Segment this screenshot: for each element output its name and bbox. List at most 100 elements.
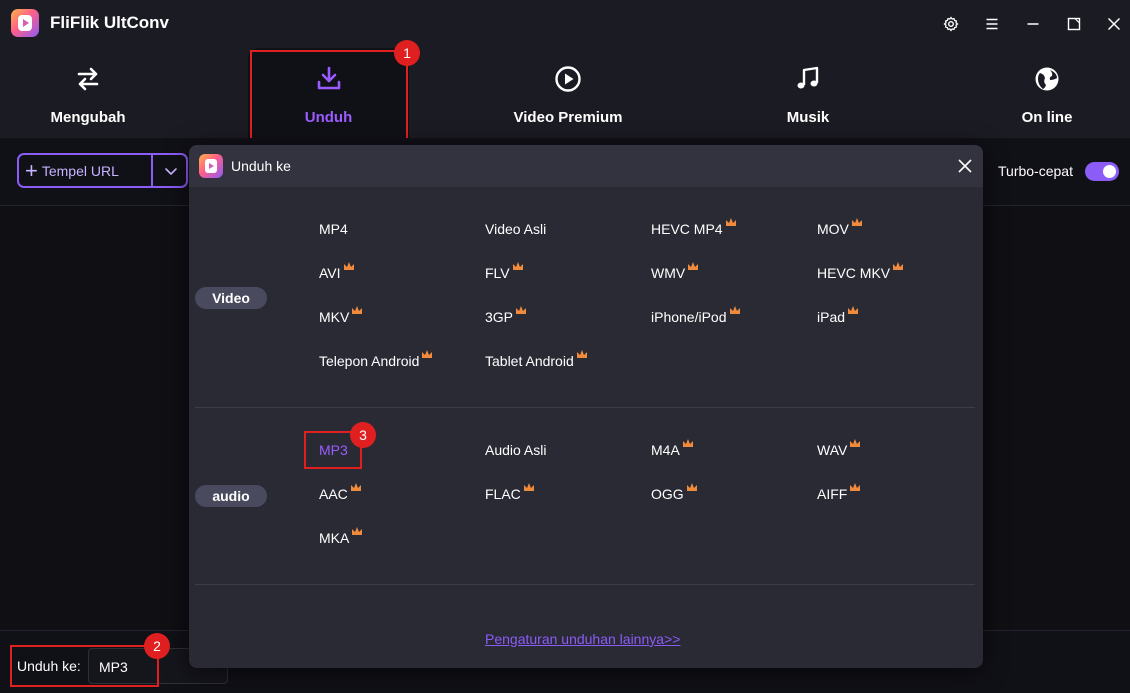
premium-crown-icon (343, 262, 354, 270)
format-option-hevc-mkv[interactable]: HEVC MKV (817, 262, 904, 281)
paste-url-main[interactable]: + Tempel URL (19, 155, 153, 186)
format-option-ipad[interactable]: iPad (817, 306, 859, 325)
paste-url-label: Tempel URL (41, 162, 119, 179)
format-label: MOV (817, 221, 849, 237)
close-window-icon[interactable] (1102, 12, 1126, 36)
premium-crown-icon (851, 218, 862, 226)
section-divider (195, 584, 975, 585)
turbo-label: Turbo-cepat (998, 163, 1073, 179)
premium-crown-icon (848, 306, 859, 314)
dialog-header: Unduh ke (189, 145, 983, 187)
format-option-m4a[interactable]: M4A (651, 439, 694, 458)
format-option-3gp[interactable]: 3GP (485, 306, 527, 325)
premium-crown-icon (682, 439, 693, 447)
format-option-mov[interactable]: MOV (817, 218, 863, 237)
format-label: Audio Asli (485, 442, 547, 458)
format-option-mka[interactable]: MKA (319, 527, 363, 546)
download-format-dialog: Unduh ke Video MP4 Video Asli HEVC MP4 M… (189, 145, 983, 668)
play-circle-icon (553, 64, 583, 94)
main-nav: Mengubah Unduh Video Premium Musik On li… (0, 48, 1130, 138)
menu-icon[interactable] (980, 12, 1004, 36)
section-divider (195, 407, 975, 408)
format-label: Tablet Android (485, 353, 574, 369)
app-title: FliFlik UltConv (50, 13, 169, 32)
format-label: FLV (485, 265, 510, 281)
tab-mengubah[interactable]: Mengubah (0, 48, 208, 138)
annotation-badge-2: 2 (144, 633, 170, 659)
format-label: AAC (319, 486, 348, 502)
globe-icon (1032, 64, 1062, 94)
tab-label: On line (1021, 109, 1073, 126)
music-note-icon (793, 64, 823, 94)
convert-arrows-icon (73, 64, 103, 94)
tab-musik[interactable]: Musik (688, 48, 928, 138)
annotation-badge-3: 3 (350, 422, 376, 448)
paste-url-button[interactable]: + Tempel URL (17, 153, 188, 188)
premium-crown-icon (352, 527, 363, 535)
format-label: OGG (651, 486, 684, 502)
format-option-mkv[interactable]: MKV (319, 306, 363, 325)
format-option-aac[interactable]: AAC (319, 483, 362, 502)
premium-crown-icon (729, 306, 740, 314)
maximize-icon[interactable] (1062, 12, 1086, 36)
tab-on-line[interactable]: On line (927, 48, 1130, 138)
format-label: MKA (319, 530, 350, 546)
format-option-audio-asli[interactable]: Audio Asli (485, 442, 546, 458)
premium-crown-icon (893, 262, 904, 270)
format-option-wmv[interactable]: WMV (651, 262, 699, 281)
format-label: Video Asli (485, 221, 547, 237)
annotation-box-1 (250, 50, 408, 142)
format-label: MP4 (319, 221, 348, 237)
format-option-mp4[interactable]: MP4 (319, 221, 348, 237)
title-bar: FliFlik UltConv (0, 0, 1130, 48)
format-option-aiff[interactable]: AIFF (817, 483, 861, 502)
format-option-avi[interactable]: AVI (319, 262, 355, 281)
format-option-flac[interactable]: FLAC (485, 483, 535, 502)
premium-crown-icon (523, 483, 534, 491)
format-option-wav[interactable]: WAV (817, 439, 861, 458)
premium-crown-icon (686, 483, 697, 491)
app-logo-icon (199, 154, 223, 178)
dialog-title: Unduh ke (231, 158, 291, 174)
paste-url-dropdown[interactable] (155, 155, 186, 186)
tab-video-premium[interactable]: Video Premium (448, 48, 688, 138)
format-label: 3GP (485, 309, 514, 325)
premium-crown-icon (512, 262, 523, 270)
format-label: Telepon Android (319, 353, 420, 369)
premium-crown-icon (422, 350, 433, 358)
annotation-box-2 (10, 645, 159, 687)
format-option-video-asli[interactable]: Video Asli (485, 221, 546, 237)
premium-crown-icon (850, 439, 861, 447)
premium-crown-icon (350, 483, 361, 491)
format-label: AIFF (817, 486, 848, 502)
premium-crown-icon (352, 306, 363, 314)
settings-gear-icon[interactable] (939, 12, 963, 36)
format-label: WMV (651, 265, 686, 281)
format-option-telepon-android[interactable]: Telepon Android (319, 350, 433, 369)
format-label: HEVC MKV (817, 265, 891, 281)
format-label: iPad (817, 309, 846, 325)
format-option-flv[interactable]: FLV (485, 262, 524, 281)
format-option-ogg[interactable]: OGG (651, 483, 698, 502)
format-label: AVI (319, 265, 341, 281)
video-section-label: Video (195, 287, 267, 309)
turbo-toggle[interactable] (1085, 162, 1119, 181)
close-icon[interactable] (955, 156, 975, 176)
format-label: HEVC MP4 (651, 221, 723, 237)
premium-crown-icon (850, 483, 861, 491)
format-option-iphone-ipod[interactable]: iPhone/iPod (651, 306, 741, 325)
more-download-settings-link[interactable]: Pengaturan unduhan lainnya>> (485, 631, 680, 647)
minimize-icon[interactable] (1021, 12, 1045, 36)
format-option-hevc-mp4[interactable]: HEVC MP4 (651, 218, 737, 237)
format-label: M4A (651, 442, 680, 458)
format-option-tablet-android[interactable]: Tablet Android (485, 350, 588, 369)
premium-crown-icon (516, 306, 527, 314)
tab-label: Video Premium (513, 109, 623, 126)
plus-icon: + (25, 157, 38, 183)
format-label: MKV (319, 309, 350, 325)
premium-crown-icon (688, 262, 699, 270)
tab-label: Musik (786, 109, 830, 126)
premium-crown-icon (576, 350, 587, 358)
tab-label: Mengubah (50, 109, 126, 126)
format-label: WAV (817, 442, 848, 458)
